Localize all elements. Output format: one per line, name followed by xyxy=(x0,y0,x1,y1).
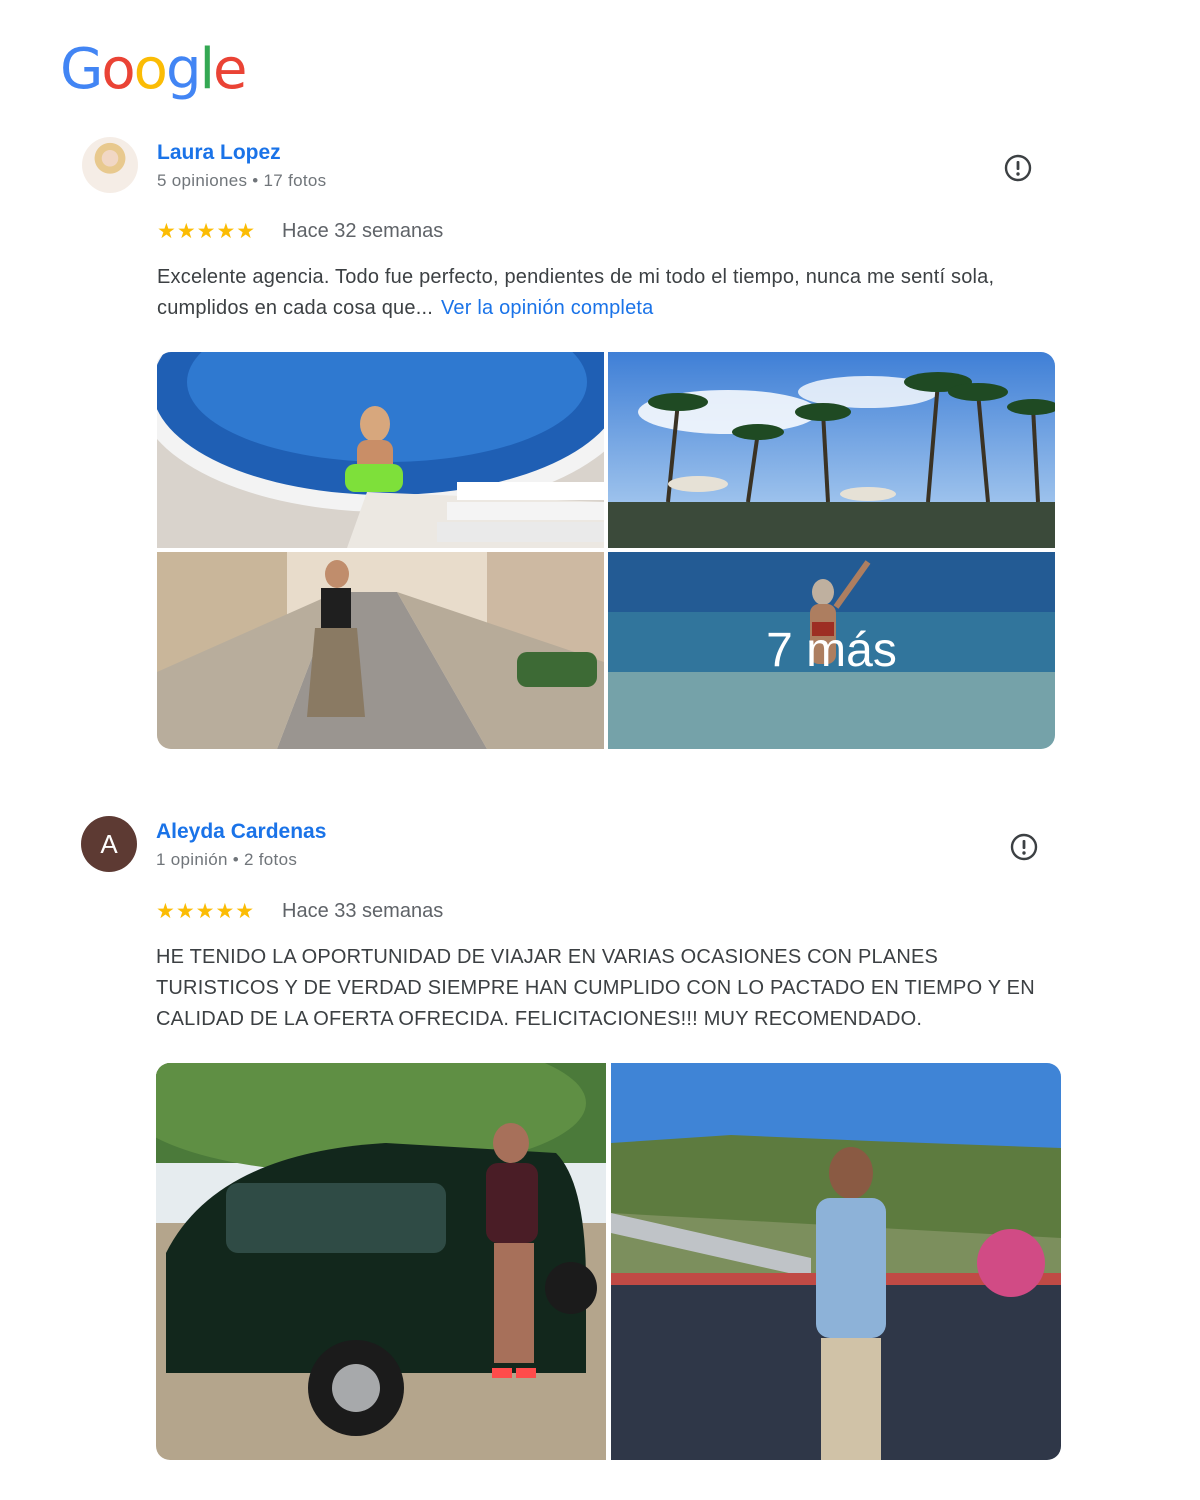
photo-valley[interactable] xyxy=(611,1063,1061,1460)
photo-beach-more[interactable]: 7 más xyxy=(608,552,1055,749)
avatar[interactable]: A xyxy=(81,816,137,872)
review-card: Laura Lopez 5 opiniones • 17 fotos ★★★★★… xyxy=(0,0,1200,770)
photo-palms[interactable] xyxy=(608,352,1055,548)
author-meta: 5 opiniones • 17 fotos xyxy=(157,171,327,190)
review-card: A Aleyda Cardenas 1 opinión • 2 fotos ★★… xyxy=(0,770,1200,1500)
full-review-link[interactable]: Ver la opinión completa xyxy=(441,297,654,319)
photo-gallery xyxy=(156,1063,1061,1460)
photo-classic-car[interactable] xyxy=(156,1063,606,1460)
report-icon[interactable] xyxy=(1004,154,1032,182)
review-date: Hace 32 semanas xyxy=(282,220,444,242)
author-meta: 1 opinión • 2 fotos xyxy=(156,850,298,869)
more-photos-label[interactable]: 7 más xyxy=(608,552,1055,749)
review-date: Hace 33 semanas xyxy=(282,900,444,922)
author-name[interactable]: Laura Lopez xyxy=(157,141,281,165)
review-text: Excelente agencia. Todo fue perfecto, pe… xyxy=(157,262,1037,324)
photo-pool[interactable] xyxy=(157,352,604,548)
photo-street[interactable] xyxy=(157,552,604,749)
star-rating: ★★★★★ xyxy=(156,900,256,923)
review-text: HE TENIDO LA OPORTUNIDAD DE VIAJAR EN VA… xyxy=(156,946,1035,1030)
avatar-letter: A xyxy=(100,828,118,859)
report-icon[interactable] xyxy=(1010,833,1038,861)
star-rating: ★★★★★ xyxy=(157,220,257,243)
photo-gallery: 7 más xyxy=(157,352,1055,749)
author-name[interactable]: Aleyda Cardenas xyxy=(156,820,326,844)
avatar[interactable] xyxy=(82,137,138,193)
